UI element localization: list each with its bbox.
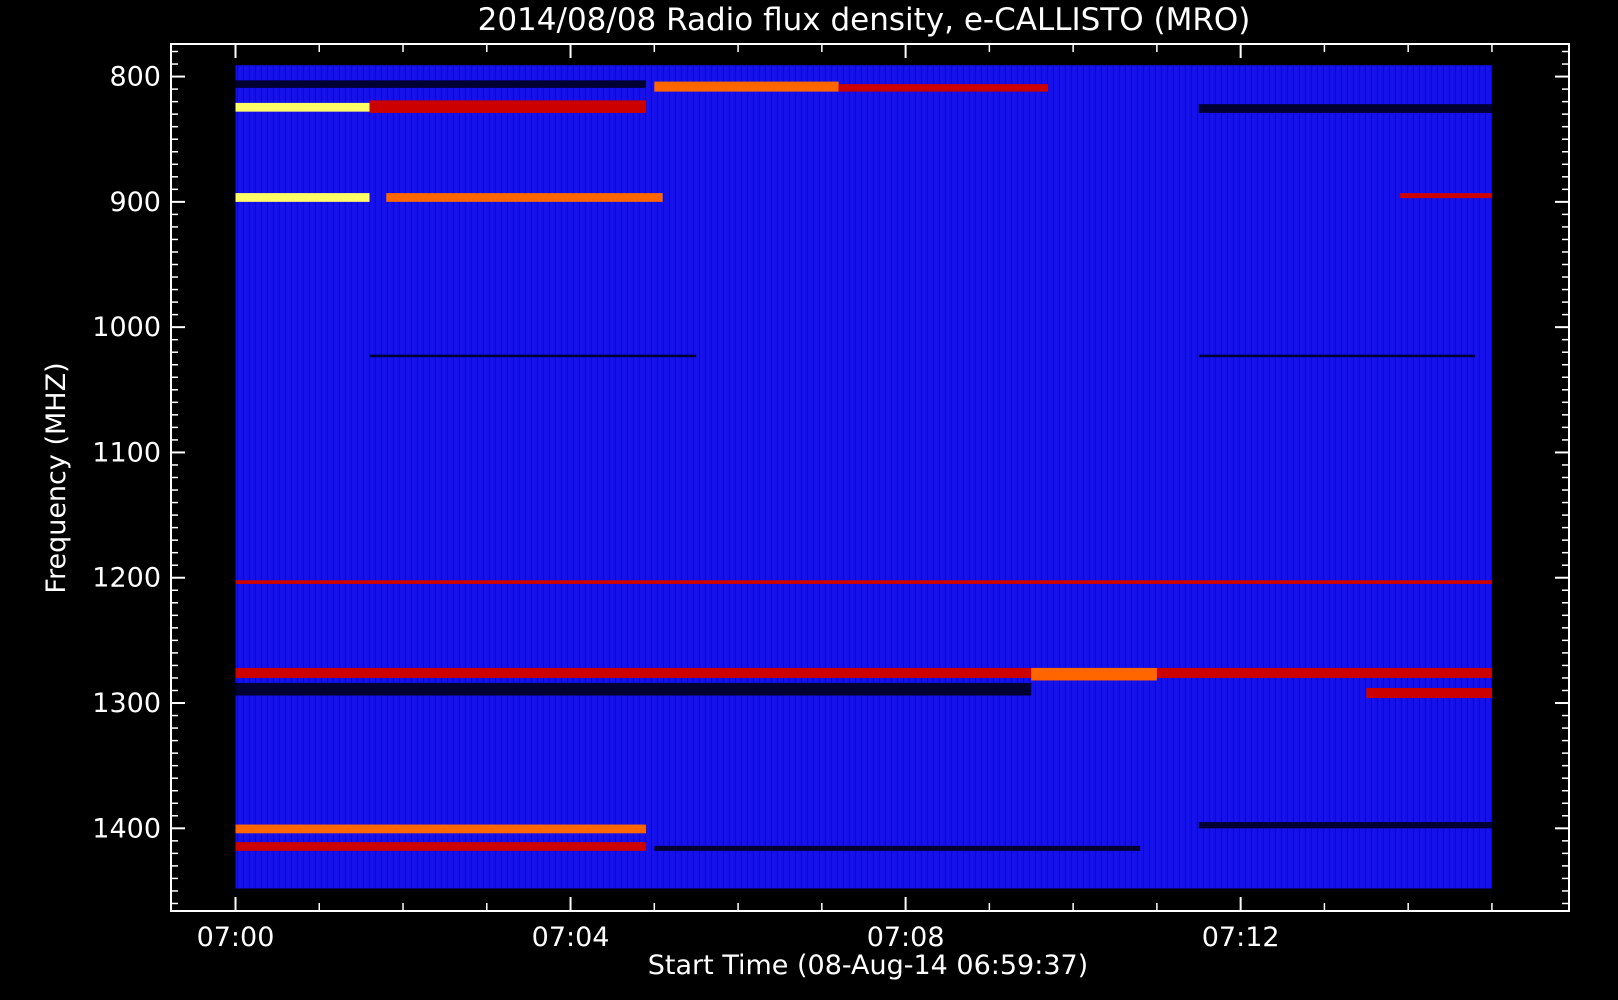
y-tick-label: 1400 xyxy=(92,813,161,844)
dark-band xyxy=(1198,104,1492,113)
emission-band xyxy=(235,102,370,112)
emission-band xyxy=(235,667,1492,678)
dark-band xyxy=(235,80,646,88)
dark-band xyxy=(654,845,1141,851)
emission-band xyxy=(1031,667,1157,681)
dark-band xyxy=(1198,822,1492,829)
x-tick-label: 07:00 xyxy=(197,922,275,953)
spectrogram-chart: 2014/08/08 Radio flux density, e-CALLIST… xyxy=(41,2,1570,981)
emission-band xyxy=(235,193,370,202)
y-axis-label: Frequency (MHZ) xyxy=(41,362,72,593)
x-tick-label: 07:08 xyxy=(867,922,945,953)
dark-band xyxy=(235,682,1032,696)
x-axis-label: Start Time (08-Aug-14 06:59:37) xyxy=(648,950,1088,981)
y-tick-label: 1200 xyxy=(92,563,161,594)
emission-band xyxy=(838,84,1048,92)
y-tick-label: 900 xyxy=(109,187,161,218)
emission-band xyxy=(386,193,663,202)
emission-band xyxy=(1399,193,1492,199)
dark-band xyxy=(1198,354,1476,358)
heatmap-area xyxy=(235,65,1492,889)
emission-band xyxy=(235,824,646,834)
y-tick-label: 1100 xyxy=(92,437,161,468)
chart-title: 2014/08/08 Radio flux density, e-CALLIST… xyxy=(478,2,1251,38)
emission-band xyxy=(654,81,839,92)
emission-band xyxy=(369,100,646,113)
y-tick-label: 1000 xyxy=(92,312,161,343)
dark-band xyxy=(369,354,697,358)
y-tick-label: 800 xyxy=(109,62,161,93)
emission-band xyxy=(235,580,1492,584)
x-tick-label: 07:04 xyxy=(532,922,610,953)
y-tick-label: 1300 xyxy=(92,688,161,719)
emission-band xyxy=(1366,687,1492,699)
emission-band xyxy=(235,842,646,851)
heatmap-noise xyxy=(235,65,1492,889)
x-tick-label: 07:12 xyxy=(1202,922,1280,953)
